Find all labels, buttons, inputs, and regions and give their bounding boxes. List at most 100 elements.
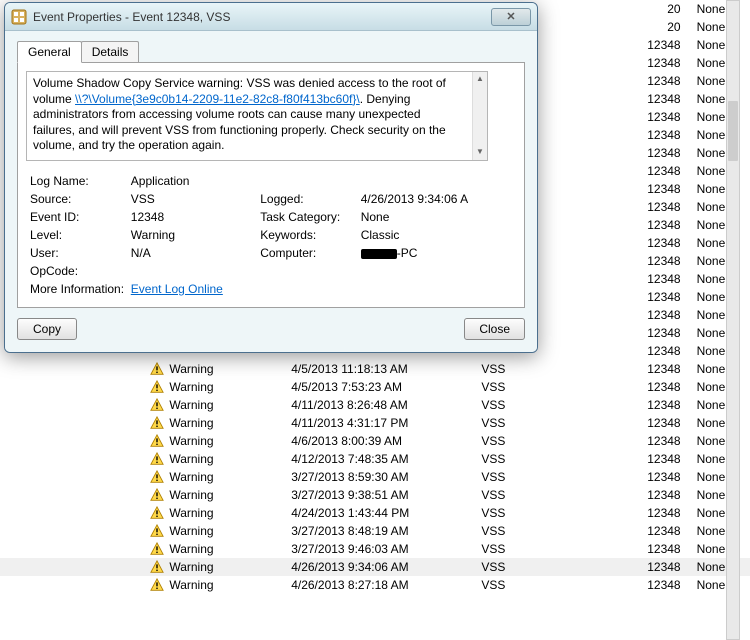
cell-date: 4/12/2013 7:48:35 AM <box>285 450 475 468</box>
cell-eventid: 12348 <box>623 504 686 522</box>
close-button[interactable]: Close <box>464 318 525 340</box>
scroll-down-icon[interactable]: ▼ <box>473 145 487 160</box>
cell-level: Warning <box>0 540 285 558</box>
cell-eventid: 12348 <box>623 378 686 396</box>
label-eventid: Event ID: <box>28 209 127 225</box>
label-taskcat: Task Category: <box>258 209 356 225</box>
cell-source: VSS <box>475 450 623 468</box>
volume-link[interactable]: \\?\Volume{3e9c0b14-2209-11e2-82c8-f80f4… <box>75 92 360 106</box>
tab-general[interactable]: General <box>17 41 82 63</box>
cell-source: VSS <box>475 378 623 396</box>
label-keywords: Keywords: <box>258 227 356 243</box>
tabstrip: General Details <box>17 41 525 62</box>
titlebar[interactable]: Event Properties - Event 12348, VSS ✕ <box>5 3 537 31</box>
cell-level: Warning <box>0 432 285 450</box>
table-row[interactable]: Warning4/6/2013 8:00:39 AMVSS12348None <box>0 432 750 450</box>
scrollbar-thumb[interactable] <box>728 101 738 161</box>
scroll-up-icon[interactable]: ▲ <box>473 72 487 87</box>
table-row[interactable]: Warning4/26/2013 8:27:18 AMVSS12348None <box>0 576 750 594</box>
cell-level: Warning <box>0 558 285 576</box>
cell-source: VSS <box>475 540 623 558</box>
event-properties-table: Log Name: Application Source: VSS Logged… <box>26 171 488 299</box>
cell-eventid: 12348 <box>623 432 686 450</box>
cell-level: Warning <box>0 414 285 432</box>
cell-source: VSS <box>475 486 623 504</box>
cell-task: None <box>687 432 750 450</box>
cell-task: None <box>687 306 750 324</box>
value-keywords: Classic <box>359 227 486 243</box>
label-moreinfo: More Information: <box>28 281 127 297</box>
table-row[interactable]: Warning3/27/2013 9:38:51 AMVSS12348None <box>0 486 750 504</box>
cell-eventid: 12348 <box>623 198 686 216</box>
cell-eventid: 12348 <box>623 288 686 306</box>
desc-scrollbar[interactable]: ▲ ▼ <box>472 72 487 160</box>
cell-eventid: 12348 <box>623 396 686 414</box>
value-computer: -PC <box>359 245 486 261</box>
cell-task: None <box>687 126 750 144</box>
cell-date: 4/24/2013 1:43:44 PM <box>285 504 475 522</box>
table-row[interactable]: Warning4/12/2013 7:48:35 AMVSS12348None <box>0 450 750 468</box>
cell-level: Warning <box>0 360 285 378</box>
cell-eventid: 20 <box>623 18 686 36</box>
event-description[interactable]: Volume Shadow Copy Service warning: VSS … <box>26 71 488 161</box>
cell-date: 4/5/2013 7:53:23 AM <box>285 378 475 396</box>
cell-eventid: 12348 <box>623 540 686 558</box>
cell-task: None <box>687 324 750 342</box>
cell-eventid: 12348 <box>623 162 686 180</box>
value-opcode <box>129 263 256 279</box>
table-row[interactable]: Warning3/27/2013 9:46:03 AMVSS12348None <box>0 540 750 558</box>
table-row[interactable]: Warning4/26/2013 9:34:06 AMVSS12348None <box>0 558 750 576</box>
cell-eventid: 12348 <box>623 72 686 90</box>
cell-task: None <box>687 522 750 540</box>
cell-date: 4/26/2013 8:27:18 AM <box>285 576 475 594</box>
cell-level: Warning <box>0 378 285 396</box>
cell-task: None <box>687 360 750 378</box>
cell-eventid: 12348 <box>623 486 686 504</box>
cell-level: Warning <box>0 504 285 522</box>
cell-source: VSS <box>475 414 623 432</box>
cell-task: None <box>687 270 750 288</box>
cell-task: None <box>687 0 750 18</box>
cell-task: None <box>687 18 750 36</box>
label-logname: Log Name: <box>28 173 127 189</box>
label-logged: Logged: <box>258 191 356 207</box>
cell-date: 4/6/2013 8:00:39 AM <box>285 432 475 450</box>
table-row[interactable]: Warning4/11/2013 4:31:17 PMVSS12348None <box>0 414 750 432</box>
value-level: Warning <box>129 227 256 243</box>
copy-button[interactable]: Copy <box>17 318 77 340</box>
cell-eventid: 12348 <box>623 234 686 252</box>
table-row[interactable]: Warning4/5/2013 7:53:23 AMVSS12348None <box>0 378 750 396</box>
cell-eventid: 12348 <box>623 360 686 378</box>
cell-eventid: 12348 <box>623 144 686 162</box>
table-row[interactable]: Warning4/5/2013 11:18:13 AMVSS12348None <box>0 360 750 378</box>
cell-task: None <box>687 72 750 90</box>
cell-eventid: 12348 <box>623 90 686 108</box>
scrollbar[interactable] <box>726 0 740 640</box>
cell-task: None <box>687 90 750 108</box>
event-log-online-link[interactable]: Event Log Online <box>131 282 223 296</box>
value-source: VSS <box>129 191 256 207</box>
cell-level: Warning <box>0 450 285 468</box>
cell-source: VSS <box>475 522 623 540</box>
table-row[interactable]: Warning4/11/2013 8:26:48 AMVSS12348None <box>0 396 750 414</box>
cell-eventid: 12348 <box>623 342 686 360</box>
tab-details[interactable]: Details <box>81 41 140 62</box>
table-row[interactable]: Warning4/24/2013 1:43:44 PMVSS12348None <box>0 504 750 522</box>
window-close-button[interactable]: ✕ <box>491 8 531 26</box>
cell-eventid: 12348 <box>623 126 686 144</box>
value-eventid: 12348 <box>129 209 256 225</box>
dialog-client: General Details Volume Shadow Copy Servi… <box>5 31 537 352</box>
cell-eventid: 12348 <box>623 576 686 594</box>
cell-task: None <box>687 396 750 414</box>
cell-eventid: 12348 <box>623 270 686 288</box>
cell-task: None <box>687 504 750 522</box>
cell-task: None <box>687 558 750 576</box>
cell-task: None <box>687 540 750 558</box>
table-row[interactable]: Warning3/27/2013 8:59:30 AMVSS12348None <box>0 468 750 486</box>
cell-task: None <box>687 216 750 234</box>
cell-level: Warning <box>0 522 285 540</box>
app-icon <box>11 9 27 25</box>
cell-source: VSS <box>475 558 623 576</box>
cell-eventid: 12348 <box>623 522 686 540</box>
table-row[interactable]: Warning3/27/2013 8:48:19 AMVSS12348None <box>0 522 750 540</box>
